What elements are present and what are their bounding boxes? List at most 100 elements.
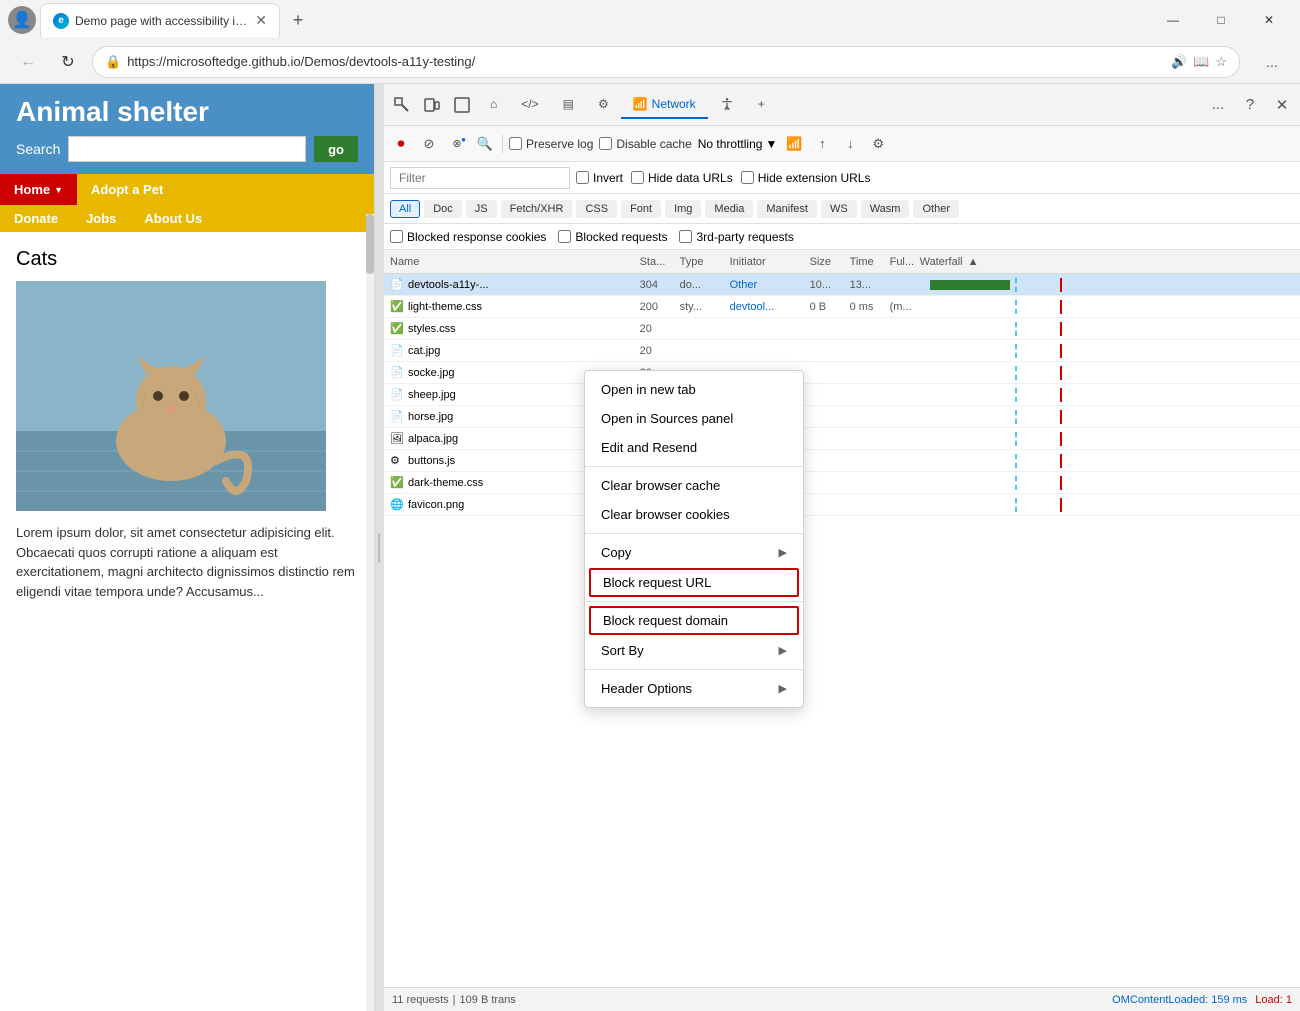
col-header-initiator[interactable]: Initiator [730, 256, 810, 268]
back-button[interactable]: ← [12, 46, 44, 78]
table-row[interactable]: ✅ dark-theme.css 20 [384, 472, 1300, 494]
dt-tab-home[interactable]: ⌂ [478, 91, 509, 119]
table-row[interactable]: 🖼 alpaca.jpg 20 [384, 428, 1300, 450]
context-menu-item-copy[interactable]: Copy▶ [585, 538, 803, 567]
url-bar[interactable]: 🔒 https://microsoftedge.github.io/Demos/… [92, 46, 1240, 78]
col-header-status[interactable]: Sta... [640, 256, 680, 268]
type-filter-manifest[interactable]: Manifest [757, 200, 817, 218]
col-header-type[interactable]: Type [680, 256, 730, 268]
collections-button[interactable]: ... [1256, 46, 1288, 78]
new-tab-button[interactable]: + [284, 6, 312, 34]
immersive-reader-icon[interactable]: 📖 [1193, 54, 1209, 70]
search-go-button[interactable]: go [314, 136, 358, 162]
dt-tab-network[interactable]: 📶 Network [621, 91, 708, 119]
dt-tab-code[interactable]: </> [509, 91, 550, 119]
table-row[interactable]: 📄 sheep.jpg 20 [384, 384, 1300, 406]
dt-help-button[interactable]: ? [1236, 91, 1264, 119]
dt-tab-debug[interactable]: ⚙ [586, 91, 621, 119]
refresh-button[interactable]: ↻ [52, 46, 84, 78]
minimize-button[interactable]: — [1150, 5, 1196, 35]
online-icon[interactable]: 📶 [783, 133, 805, 155]
webpage-scrollbar[interactable] [366, 214, 374, 1011]
context-menu-item-clear-cache[interactable]: Clear browser cache [585, 471, 803, 500]
type-filter-fetch-xhr[interactable]: Fetch/XHR [501, 200, 573, 218]
browser-tab-active[interactable]: e Demo page with accessibility iss... ✕ [40, 3, 280, 37]
col-header-time[interactable]: Time [850, 256, 890, 268]
nav-about[interactable]: About Us [130, 205, 216, 232]
context-menu-item-block-domain[interactable]: Block request domain [589, 606, 799, 635]
context-menu-item-block-url[interactable]: Block request URL [589, 568, 799, 597]
invert-checkbox[interactable] [576, 171, 589, 184]
user-avatar[interactable]: 👤 [8, 6, 36, 34]
close-button[interactable]: ✕ [1246, 5, 1292, 35]
record-button[interactable]: ⏺ [390, 133, 412, 155]
resize-handle[interactable] [375, 84, 383, 1011]
dt-tab-accessibility[interactable] [708, 91, 746, 119]
blocked-cookies-checkbox[interactable] [390, 230, 403, 243]
nav-home[interactable]: Home [0, 174, 77, 205]
dt-tab-appwizard[interactable]: ▤ [551, 91, 586, 119]
type-filter-media[interactable]: Media [705, 200, 753, 218]
disable-cache-label[interactable]: Disable cache [599, 137, 691, 151]
read-aloud-icon[interactable]: 🔊 [1171, 54, 1187, 70]
col-header-waterfall[interactable]: Waterfall ▲ [920, 256, 1294, 268]
col-header-ful[interactable]: Ful... [890, 256, 920, 268]
dt-device-button[interactable] [418, 91, 446, 119]
dt-overflow-button[interactable]: ... [1204, 91, 1232, 119]
clear-button[interactable]: ⊗ ● [446, 133, 468, 155]
type-filter-all[interactable]: All [390, 200, 420, 218]
blocked-cookies-label[interactable]: Blocked response cookies [390, 230, 546, 244]
favorites-icon[interactable]: ☆ [1215, 54, 1227, 70]
preserve-log-checkbox[interactable] [509, 137, 522, 150]
throttle-dropdown[interactable]: No throttling ▼ [698, 137, 778, 151]
type-filter-doc[interactable]: Doc [424, 200, 462, 218]
context-menu-item-clear-cookies[interactable]: Clear browser cookies [585, 500, 803, 529]
row-initiator[interactable]: Other [730, 279, 810, 291]
filter-input[interactable] [390, 167, 570, 189]
network-settings-button[interactable]: ⚙ [867, 133, 889, 155]
hide-extension-urls-label[interactable]: Hide extension URLs [741, 171, 871, 185]
context-menu-item-sort-by[interactable]: Sort By▶ [585, 636, 803, 665]
tab-close-button[interactable]: ✕ [255, 12, 267, 29]
scrollbar-thumb[interactable] [366, 214, 374, 274]
type-filter-font[interactable]: Font [621, 200, 661, 218]
blocked-requests-label[interactable]: Blocked requests [558, 230, 667, 244]
dt-sources-button[interactable] [448, 91, 476, 119]
hide-data-urls-label[interactable]: Hide data URLs [631, 171, 733, 185]
search-input[interactable] [68, 136, 306, 162]
preserve-log-label[interactable]: Preserve log [509, 137, 593, 151]
hide-data-urls-checkbox[interactable] [631, 171, 644, 184]
table-row[interactable]: ✅ styles.css 20 [384, 318, 1300, 340]
hide-extension-urls-checkbox[interactable] [741, 171, 754, 184]
dt-close-button[interactable]: ✕ [1268, 91, 1296, 119]
context-menu-item-header-options[interactable]: Header Options▶ [585, 674, 803, 703]
col-header-name[interactable]: Name [390, 256, 640, 268]
dt-tab-more[interactable]: + [746, 91, 777, 119]
table-row[interactable]: 📄 horse.jpg 20 [384, 406, 1300, 428]
table-row[interactable]: ✅ light-theme.css 200 sty... devtool... … [384, 296, 1300, 318]
table-row[interactable]: ⚙ buttons.js 20 [384, 450, 1300, 472]
stop-recording-button[interactable]: ⊘ [418, 133, 440, 155]
blocked-requests-checkbox[interactable] [558, 230, 571, 243]
row-initiator[interactable]: devtool... [730, 301, 810, 313]
third-party-checkbox[interactable] [679, 230, 692, 243]
nav-jobs[interactable]: Jobs [72, 205, 130, 232]
type-filter-wasm[interactable]: Wasm [861, 200, 910, 218]
upload-icon[interactable]: ↑ [811, 133, 833, 155]
nav-adopt[interactable]: Adopt a Pet [77, 174, 177, 205]
type-filter-other[interactable]: Other [913, 200, 959, 218]
table-row[interactable]: 🌐 favicon.png 20 [384, 494, 1300, 516]
type-filter-ws[interactable]: WS [821, 200, 857, 218]
table-row[interactable]: 📄 devtools-a11y-... 304 do... Other 10..… [384, 274, 1300, 296]
context-menu-item-open-new-tab[interactable]: Open in new tab [585, 375, 803, 404]
context-menu-item-open-sources[interactable]: Open in Sources panel [585, 404, 803, 433]
search-button[interactable]: 🔍 [474, 133, 496, 155]
maximize-button[interactable]: □ [1198, 5, 1244, 35]
nav-donate[interactable]: Donate [0, 205, 72, 232]
col-header-size[interactable]: Size [810, 256, 850, 268]
table-row[interactable]: 📄 cat.jpg 20 [384, 340, 1300, 362]
table-row[interactable]: 📄 socke.jpg 20 [384, 362, 1300, 384]
invert-filter-label[interactable]: Invert [576, 171, 623, 185]
context-menu-item-edit-resend[interactable]: Edit and Resend [585, 433, 803, 462]
disable-cache-checkbox[interactable] [599, 137, 612, 150]
